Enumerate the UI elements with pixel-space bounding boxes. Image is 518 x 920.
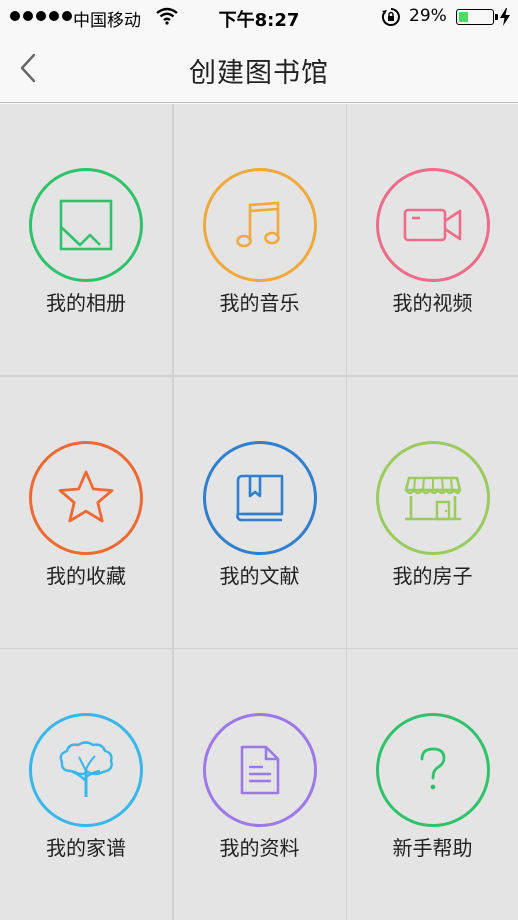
grid-item-videos[interactable]: 我的视频 [347,104,518,375]
icon-circle [202,440,317,555]
grid-item-label: 我的资料 [219,836,300,860]
grid-item-favorites[interactable]: 我的收藏 [0,377,172,648]
grid-item-label: 我的家谱 [46,836,126,860]
icon-circle [375,440,490,555]
grid-item-literature[interactable]: 我的文献 [174,377,346,648]
grid-item-help[interactable]: 新手帮助 [347,649,518,920]
grid-item-materials[interactable]: 我的资料 [174,649,346,920]
question-mark-icon [420,747,445,790]
photo-icon [59,199,113,251]
tree-icon [59,741,113,797]
icon-circle [202,713,317,827]
navigation-bar: 创建图书馆 [0,33,518,103]
icon-circle [29,168,143,282]
document-icon [240,745,279,795]
grid-item-label: 我的收藏 [46,563,126,588]
grid-item-label: 新手帮助 [392,836,473,860]
music-note-icon [235,201,280,248]
grid-item-photos[interactable]: 我的相册 [0,104,172,375]
icon-circle [375,713,490,827]
icon-circle [375,168,490,282]
storefront-icon [404,476,461,520]
grid-item-label: 我的视频 [392,291,473,315]
library-type-grid: 我的相册 我的音乐 我的视频 我的收藏 我的文献 我的房子 我的家谱 我的资料 … [0,104,518,920]
book-icon [235,474,283,521]
grid-item-house[interactable]: 我的房子 [347,377,518,648]
icon-circle [202,168,317,282]
battery-icon [456,9,498,25]
video-camera-icon [403,208,461,242]
grid-item-label: 我的文献 [219,563,300,588]
star-icon [58,470,114,522]
icon-circle [29,440,143,555]
grid-item-label: 我的音乐 [219,291,300,315]
battery-percent: 29% [409,6,447,26]
charging-bolt-icon [500,8,510,26]
grid-item-music[interactable]: 我的音乐 [174,104,346,375]
page-title: 创建图书馆 [189,58,329,89]
grid-item-label: 我的相册 [46,291,126,315]
grid-item-label: 我的房子 [392,563,473,588]
grid-item-family-tree[interactable]: 我的家谱 [0,649,172,920]
status-bar: 中国移动 下午8:27 29% [0,0,518,33]
rotation-lock-icon [381,8,400,26]
icon-circle [29,713,143,827]
